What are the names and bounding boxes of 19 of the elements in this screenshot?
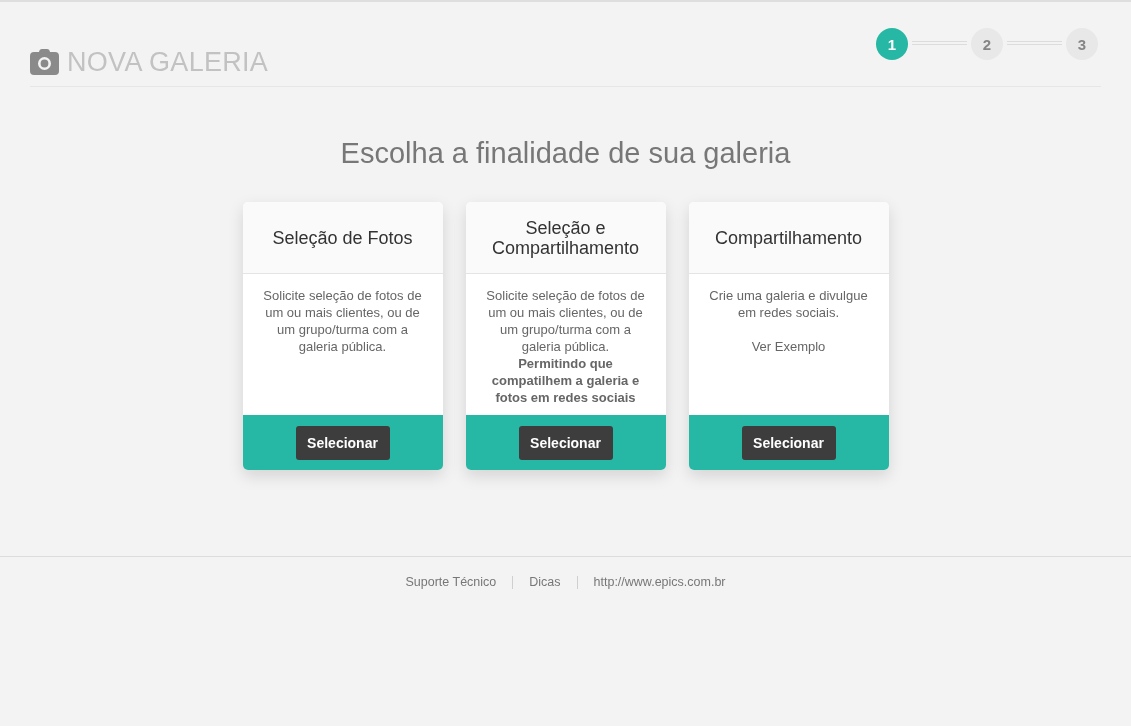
footer-link[interactable]: http://www.epics.com.br	[593, 574, 726, 590]
select-button[interactable]: Selecionar	[518, 425, 613, 460]
card-description: Solicite seleção de fotos de um ou mais clientes, ou de um grupo/turma com a galeria pública.	[262, 287, 423, 355]
step-indicator: 1	[876, 28, 908, 60]
card-description: Solicite seleção de fotos de um ou mais clientes, ou de um grupo/turma com a galeria pública.	[485, 287, 646, 355]
section-heading: Escolha a finalidade de sua galeria	[340, 136, 791, 171]
footer-link[interactable]: Dicas	[529, 574, 561, 590]
step-indicator: 3	[1066, 28, 1098, 60]
card-title: Seleção de Fotos	[272, 227, 413, 248]
example-link[interactable]: Ver Exemplo	[751, 338, 826, 355]
card-description: Crie uma galeria e divulgue em redes sociais.	[708, 287, 869, 321]
select-button[interactable]: Selecionar	[295, 425, 390, 460]
camera-icon	[30, 49, 59, 75]
select-button[interactable]: Selecionar	[741, 425, 836, 460]
footer-link[interactable]: Suporte Técnico	[405, 574, 497, 590]
step-indicator: 2	[971, 28, 1003, 60]
card-title: Seleção e Compartilhamento	[490, 217, 641, 258]
card-title: Compartilhamento	[714, 227, 863, 248]
card-note: Permitindo que compatilhem a galeria e fotos em redes sociais	[490, 355, 641, 406]
